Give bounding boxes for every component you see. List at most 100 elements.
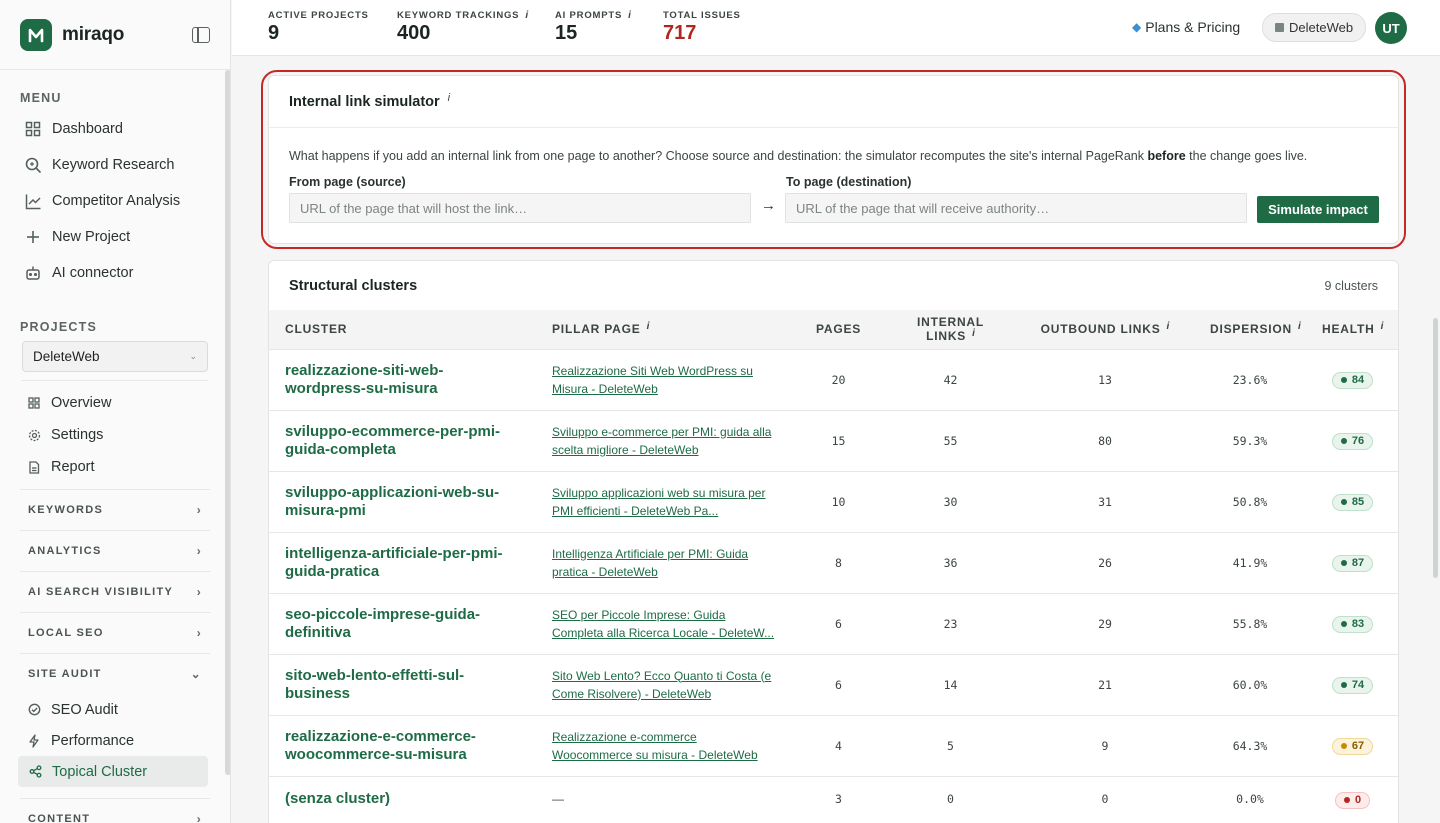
info-icon[interactable]: i <box>1381 321 1384 332</box>
sidebar-item-label: New Project <box>52 229 131 245</box>
col-pages[interactable]: PAGES <box>792 310 885 349</box>
sidebar-item-keyword-research[interactable]: Keyword Research <box>0 147 230 183</box>
group-analytics[interactable]: ANALYTICS › <box>20 530 210 571</box>
info-icon[interactable]: i <box>525 10 529 21</box>
pages-value: 15 <box>831 433 846 448</box>
col-cluster[interactable]: CLUSTER <box>269 310 536 349</box>
table-row[interactable]: sito-web-lento-effetti-sul-business Sito… <box>269 654 1398 715</box>
avatar[interactable]: UT <box>1375 12 1407 44</box>
cluster-name[interactable]: (senza cluster) <box>269 776 536 822</box>
sidebar-item-new-project[interactable]: New Project <box>0 219 230 255</box>
internal-links-value: 14 <box>943 677 958 692</box>
sidebar-item-label: SEO Audit <box>51 701 118 718</box>
internal-link-simulator-card: Internal link simulator i What happens i… <box>268 75 1399 244</box>
pillar-page-link[interactable]: Realizzazione Siti Web WordPress su Misu… <box>552 364 753 396</box>
project-chip[interactable]: DeleteWeb <box>1262 13 1367 42</box>
sidebar: miraqo MENU Dashboard Keyword Research C… <box>0 0 231 823</box>
table-row[interactable]: intelligenza-artificiale-per-pmi-guida-p… <box>269 532 1398 593</box>
table-row[interactable]: sviluppo-ecommerce-per-pmi-guida-complet… <box>269 410 1398 471</box>
dispersion-value: 0.0% <box>1236 792 1264 807</box>
to-page-input[interactable] <box>785 193 1247 223</box>
sidebar-item-dashboard[interactable]: Dashboard <box>0 111 230 147</box>
sidebar-item-seo-audit[interactable]: SEO Audit <box>0 694 230 725</box>
pillar-page-link[interactable]: Sito Web Lento? Ecco Quanto ti Costa (e … <box>552 669 771 701</box>
group-label: ANALYTICS <box>28 545 102 557</box>
info-icon[interactable]: i <box>448 92 450 104</box>
pages-value: 8 <box>835 555 842 570</box>
table-row[interactable]: realizzazione-siti-web-wordpress-su-misu… <box>269 349 1398 410</box>
sidebar-item-settings[interactable]: Settings <box>0 419 230 451</box>
dispersion-value: 55.8% <box>1232 616 1268 631</box>
internal-links-value: 0 <box>947 792 954 807</box>
outbound-links-value: 0 <box>1101 792 1109 807</box>
group-content[interactable]: CONTENT › <box>20 798 210 823</box>
project-select[interactable]: DeleteWeb ⌄ <box>22 341 208 372</box>
sidebar-item-ai-connector[interactable]: AI connector <box>0 255 230 291</box>
group-keywords[interactable]: KEYWORDS › <box>20 489 210 530</box>
col-outbound-links[interactable]: OUTBOUND LINKS i <box>1016 310 1194 349</box>
col-dispersion[interactable]: DISPERSION i <box>1194 310 1306 349</box>
sidebar-item-topical-cluster[interactable]: Topical Cluster <box>18 756 208 787</box>
pillar-page-link[interactable]: Sviluppo e-commerce per PMI: guida alla … <box>552 425 771 457</box>
group-ai-search-visibility[interactable]: AI SEARCH VISIBILITY › <box>20 571 210 612</box>
sidebar-item-performance[interactable]: Performance <box>0 725 230 756</box>
info-icon[interactable]: i <box>628 10 632 21</box>
sidebar-item-report[interactable]: Report <box>0 451 230 483</box>
cluster-name[interactable]: seo-piccole-imprese-guida-definitiva <box>269 593 536 654</box>
col-pillar-page[interactable]: PILLAR PAGE i <box>536 310 792 349</box>
simulator-title: Internal link simulator <box>289 93 440 110</box>
chevron-right-icon: › <box>196 626 202 640</box>
table-row[interactable]: realizzazione-e-commerce-woocommerce-su-… <box>269 715 1398 776</box>
stat-keyword-trackings: KEYWORD TRACKINGS i 400 <box>397 10 529 45</box>
brand-header: miraqo <box>0 0 230 70</box>
cluster-name[interactable]: sviluppo-applicazioni-web-su-misura-pmi <box>269 471 536 532</box>
sidebar-item-overview[interactable]: Overview <box>0 387 230 419</box>
sidebar-scrollbar[interactable] <box>225 70 230 775</box>
main-scrollbar[interactable] <box>1433 318 1438 578</box>
logo-icon[interactable] <box>20 18 52 51</box>
sidebar-item-competitor-analysis[interactable]: Competitor Analysis <box>0 183 230 219</box>
cluster-name[interactable]: sviluppo-ecommerce-per-pmi-guida-complet… <box>269 410 536 471</box>
stat-label: AI PROMPTS <box>555 10 623 21</box>
plans-pricing-link[interactable]: ◆ Plans & Pricing <box>1132 19 1240 35</box>
pillar-page-link[interactable]: Realizzazione e-commerce Woocommerce su … <box>552 730 758 762</box>
info-icon[interactable]: i <box>1298 321 1301 332</box>
group-label: CONTENT <box>28 813 91 823</box>
pillar-page-empty: — <box>552 792 564 807</box>
table-row[interactable]: seo-piccole-imprese-guida-definitiva SEO… <box>269 593 1398 654</box>
group-local-seo[interactable]: LOCAL SEO › <box>20 612 210 653</box>
cluster-name[interactable]: sito-web-lento-effetti-sul-business <box>269 654 536 715</box>
simulate-impact-button[interactable]: Simulate impact <box>1257 196 1379 223</box>
sidebar-toggle-icon[interactable] <box>192 26 210 43</box>
pillar-page-link[interactable]: SEO per Piccole Imprese: Guida Completa … <box>552 608 774 640</box>
pillar-page-link[interactable]: Sviluppo applicazioni web su misura per … <box>552 486 765 518</box>
col-internal-links[interactable]: INTERNAL LINKS i <box>885 310 1016 349</box>
chevron-right-icon: › <box>196 544 202 558</box>
group-site-audit[interactable]: SITE AUDIT ⌄ <box>20 653 210 694</box>
status-dot-icon <box>1340 743 1347 750</box>
bolt-icon <box>27 733 41 748</box>
sidebar-item-label: Performance <box>51 732 135 749</box>
table-header-row: CLUSTER PILLAR PAGE i PAGES INTERNAL LINK… <box>269 310 1398 349</box>
health-badge: 67 <box>1331 737 1374 755</box>
info-icon[interactable]: i <box>972 328 975 339</box>
dispersion-value: 64.3% <box>1232 738 1268 753</box>
cluster-name[interactable]: realizzazione-siti-web-wordpress-su-misu… <box>269 349 536 410</box>
to-page-label: To page (destination) <box>786 175 912 189</box>
clusters-count: 9 clusters <box>1324 278 1379 293</box>
pages-value: 20 <box>831 372 846 387</box>
pillar-page-link[interactable]: Intelligenza Artificiale per PMI: Guida … <box>552 547 748 579</box>
col-health[interactable]: HEALTH i <box>1306 310 1398 349</box>
stat-active-projects: ACTIVE PROJECTS 9 <box>268 10 369 45</box>
table-row[interactable]: (senza cluster) — 3 0 0 0.0% 0 <box>269 776 1398 822</box>
table-row[interactable]: sviluppo-applicazioni-web-su-misura-pmi … <box>269 471 1398 532</box>
outbound-links-value: 13 <box>1098 372 1112 387</box>
from-page-input[interactable] <box>289 193 751 223</box>
outbound-links-value: 26 <box>1098 555 1112 570</box>
cluster-name[interactable]: realizzazione-e-commerce-woocommerce-su-… <box>269 715 536 776</box>
status-dot-icon <box>1343 797 1350 803</box>
plus-icon <box>24 228 42 246</box>
cluster-name[interactable]: intelligenza-artificiale-per-pmi-guida-p… <box>269 532 536 593</box>
info-icon[interactable]: i <box>1167 321 1170 332</box>
info-icon[interactable]: i <box>647 321 650 332</box>
